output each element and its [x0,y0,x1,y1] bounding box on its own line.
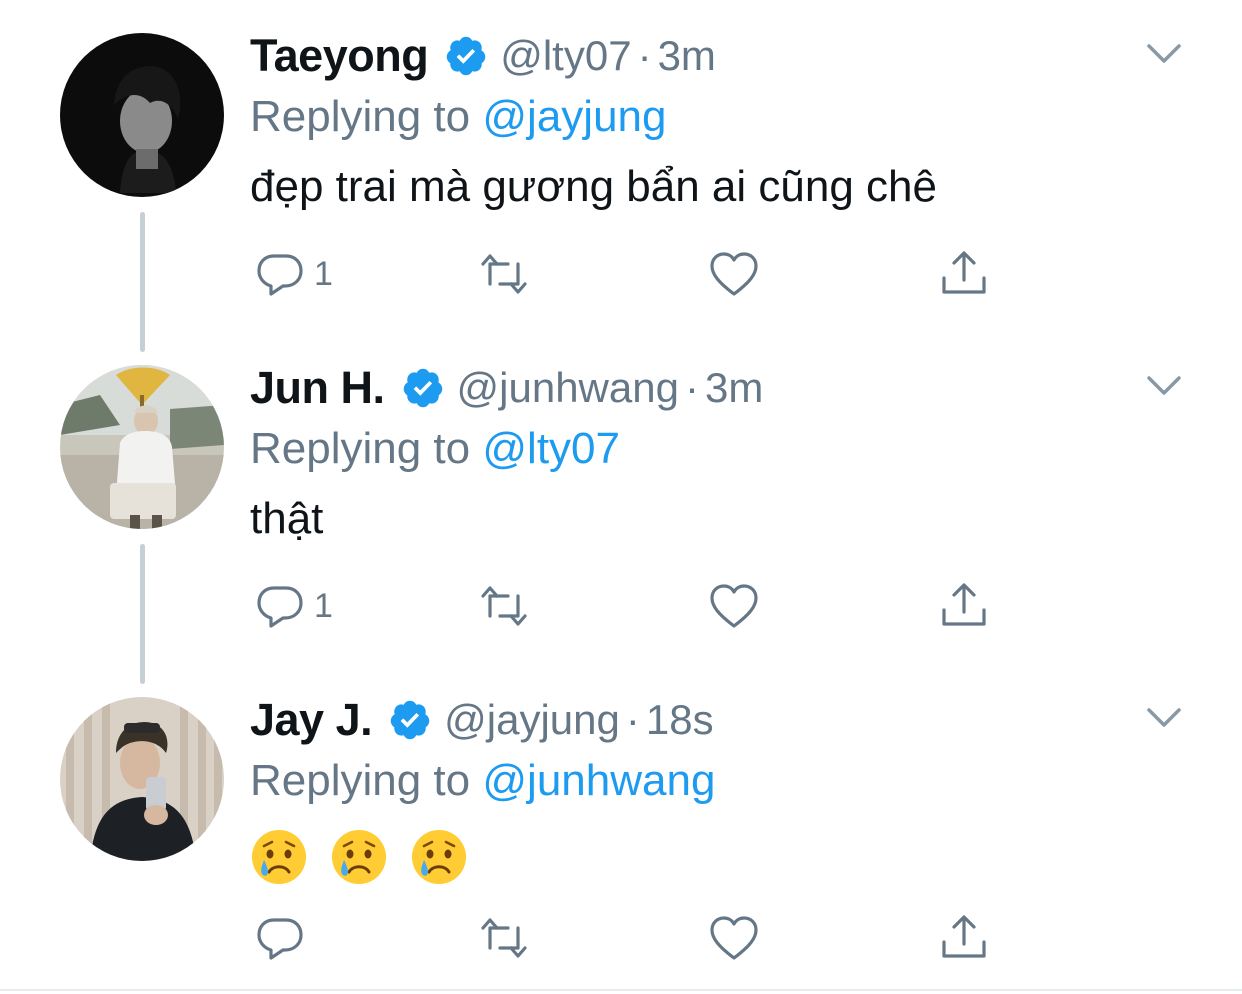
reply-button[interactable]: 1 [254,244,333,304]
heart-icon [710,916,758,960]
tweet-3[interactable]: Jay J. @jayjung · 18s Replying to @junhw… [0,664,1242,994]
retweet-icon [481,586,527,626]
action-bar [254,908,1014,968]
chevron-down-icon[interactable] [1146,42,1182,66]
reply-bubble-icon [257,254,303,296]
tweet-text: đẹp trai mà gương bẩn ai cũng chê [250,162,937,211]
tweet-2[interactable]: Jun H. @junhwang · 3m Replying to @lty07… [0,332,1242,684]
separator-dot: · [637,32,652,79]
avatar-jayjung[interactable] [60,697,224,861]
reply-count: 1 [314,586,333,625]
like-button[interactable] [708,244,760,304]
replying-to-label: Replying to [250,424,471,473]
timestamp[interactable]: 3m [658,32,716,80]
timestamp[interactable]: 3m [705,364,763,412]
reply-count: 1 [314,254,333,293]
action-bar: 1 [254,576,1014,636]
share-icon [942,915,986,958]
thread-line [140,212,145,352]
tweet-header: Jay J. @jayjung · 18s [250,692,714,748]
display-name[interactable]: Jay J. [250,694,373,746]
crying-face-emoji [250,828,308,886]
chevron-down-icon[interactable] [1146,706,1182,730]
mention-link[interactable]: @jayjung [482,92,666,141]
handle[interactable]: @jayjung [444,696,620,744]
crying-face-emoji [410,828,468,886]
display-name[interactable]: Taeyong [250,30,429,82]
handle[interactable]: @junhwang [457,364,679,412]
action-bar: 1 [254,244,1014,304]
retweet-button[interactable] [478,908,530,968]
replying-to-line: Replying to @jayjung [250,92,666,142]
avatar-junhwang[interactable] [60,365,224,529]
verified-badge-icon [444,34,488,78]
retweet-icon [481,918,527,958]
retweet-icon [481,254,527,294]
share-icon [942,251,986,294]
separator-dot: · [625,696,640,743]
like-button[interactable] [708,908,760,968]
heart-icon [710,584,758,628]
replying-to-line: Replying to @lty07 [250,424,620,474]
retweet-button[interactable] [478,244,530,304]
reply-button[interactable] [254,908,314,968]
replying-to-line: Replying to @junhwang [250,756,715,806]
tweet-1[interactable]: Taeyong @lty07 · 3m Replying to @jayjung… [0,0,1242,352]
share-button[interactable] [938,244,990,304]
crying-face-emoji [330,828,388,886]
tweet-text: thật [250,494,324,543]
tweet-header: Taeyong @lty07 · 3m [250,28,716,84]
reply-button[interactable]: 1 [254,576,333,636]
tweet-header: Jun H. @junhwang · 3m [250,360,763,416]
replying-to-label: Replying to [250,756,471,805]
reply-bubble-icon [257,918,303,960]
verified-badge-icon [401,366,445,410]
reply-bubble-icon [257,586,303,628]
share-button[interactable] [938,908,990,968]
display-name[interactable]: Jun H. [250,362,385,414]
chevron-down-icon[interactable] [1146,374,1182,398]
tweet-emoji-row [250,828,478,886]
replying-to-label: Replying to [250,92,471,141]
avatar-taeyong[interactable] [60,33,224,197]
verified-badge-icon [388,698,432,742]
share-icon [942,583,986,626]
thread-line [140,544,145,684]
mention-link[interactable]: @junhwang [482,756,715,805]
retweet-button[interactable] [478,576,530,636]
handle[interactable]: @lty07 [500,32,631,80]
like-button[interactable] [708,576,760,636]
heart-icon [710,252,758,296]
divider [0,989,1242,991]
mention-link[interactable]: @lty07 [482,424,620,473]
timestamp[interactable]: 18s [646,696,714,744]
share-button[interactable] [938,576,990,636]
separator-dot: · [684,364,699,411]
